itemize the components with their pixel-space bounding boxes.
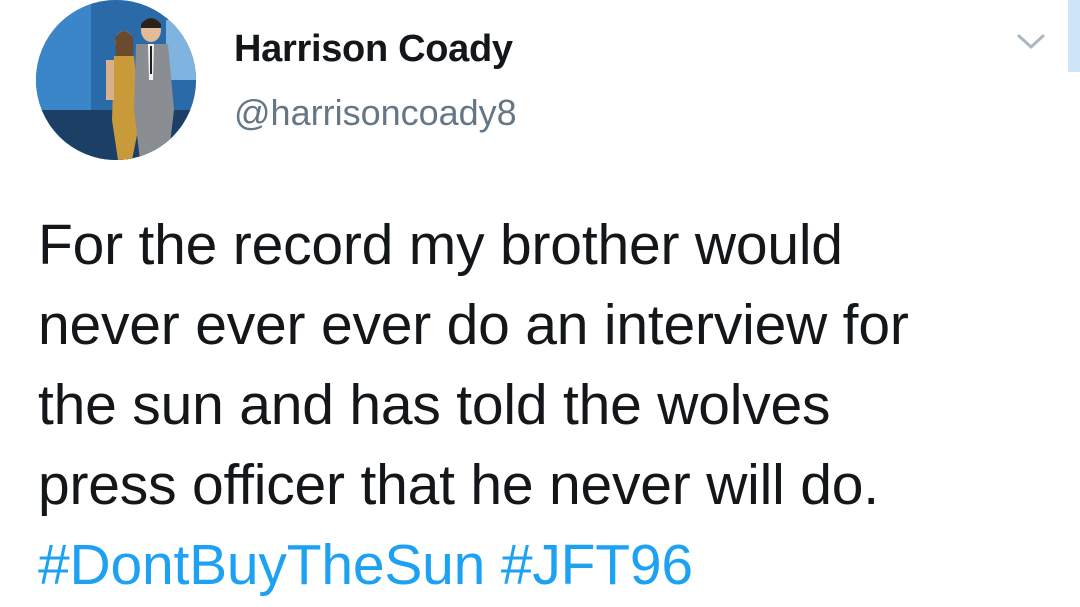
scroll-indicator [1068,0,1080,72]
tweet-line: press officer that he never will do. [38,453,879,517]
tweet-line: the sun and has told the wolves [38,373,831,437]
hashtag-dontbuythesun[interactable]: #DontBuyTheSun [38,533,485,597]
tweet-text: For the record my brother would never ev… [38,205,1058,605]
hashtag-line: #DontBuyTheSun #JFT96 [38,525,1058,605]
tweet-line: For the record my brother would [38,213,843,277]
display-name[interactable]: Harrison Coady [234,28,513,71]
tweet-line: never ever ever do an interview for [38,293,909,357]
profile-photo [36,0,196,160]
tweet-menu-button[interactable] [1008,24,1054,60]
avatar[interactable] [36,0,196,160]
chevron-down-icon [1017,34,1045,49]
hashtag-jft96[interactable]: #JFT96 [501,533,693,597]
user-handle[interactable]: @harrisoncoady8 [234,92,517,134]
